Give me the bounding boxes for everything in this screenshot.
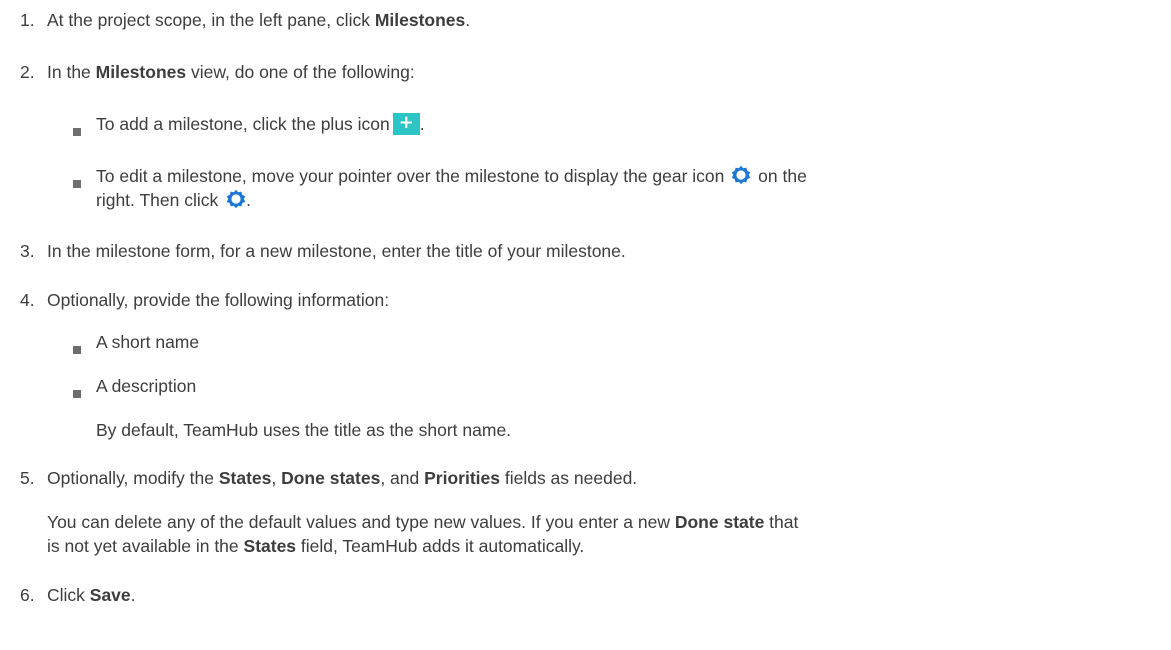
para-bold-term: States [243,536,297,556]
step-number: 2. [20,62,35,82]
step-text: At the project scope, in the left pane, … [47,10,375,30]
step-6: 6. Click Save. [20,583,136,607]
para-text: that [764,512,799,532]
step-bold-term: Milestones [374,10,466,30]
step-bold-term: States [218,468,272,488]
gear-icon [226,189,246,209]
step-text: In the [47,62,96,82]
step-bold-term: Save [89,585,131,605]
bullet-text: To edit a milestone, move your pointer o… [96,166,725,186]
step-number: 6. [20,585,35,605]
step-text: , [271,468,282,488]
step-3: 3. In the milestone form, for a new mile… [20,239,626,263]
step-4-note: By default, TeamHub uses the title as th… [96,420,512,440]
para-text: field, TeamHub adds it automatically. [296,536,585,556]
step-text: Optionally, provide the following inform… [47,290,390,310]
para-text: is not yet available in the [47,536,244,556]
bullet-text: right. Then click [96,190,219,210]
bullet-marker [73,128,81,136]
step-bold-term: Done states [281,468,381,488]
bullet-marker [73,180,81,188]
bullet-text-end: . [419,114,425,134]
step-number: 1. [20,10,35,30]
para-text: You can delete any of the default values… [47,512,675,532]
step-bold-term: Priorities [424,468,500,488]
step-2-bullet-edit: To edit a milestone, move your pointer o… [96,164,807,188]
bullet-text: To add a milestone, click the plus icon [96,114,390,134]
step-text-end: . [130,585,136,605]
step-4-bullet-description: A description [96,376,197,396]
step-2-bullet-add: To add a milestone, click the plus icon +… [96,112,425,136]
bullet-marker [73,390,81,398]
bullet-marker [73,346,81,354]
step-text-end: view, do one of the following: [186,62,415,82]
bullet-text-end: on the [758,166,807,186]
step-number: 5. [20,468,35,488]
step-1: 1. At the project scope, in the left pan… [20,8,470,32]
step-5: 5. Optionally, modify the States, Done s… [20,466,637,490]
step-4-bullet-short-name: A short name [96,332,200,352]
step-text-end: . [465,10,471,30]
step-text: Optionally, modify the [47,468,219,488]
step-text: Click [47,585,90,605]
step-2-bullet-edit-line2: right. Then click . [96,188,251,212]
step-number: 3. [20,241,35,261]
para-bold-term: Done state [674,512,765,532]
step-bold-term: Milestones [95,62,187,82]
step-4: 4. Optionally, provide the following inf… [20,288,389,312]
step-5-para-line2: is not yet available in the States field… [47,534,584,558]
gear-icon [732,165,751,185]
step-5-para-line1: You can delete any of the default values… [47,510,798,534]
step-text: In the milestone form, for a new milesto… [47,241,626,261]
bullet-text-end: . [246,190,251,210]
step-text: , and [380,468,425,488]
plus-icon: + [392,113,420,135]
step-number: 4. [20,290,35,310]
step-2: 2. In the Milestones view, do one of the… [20,60,415,84]
step-text-end: fields as needed. [499,468,638,488]
